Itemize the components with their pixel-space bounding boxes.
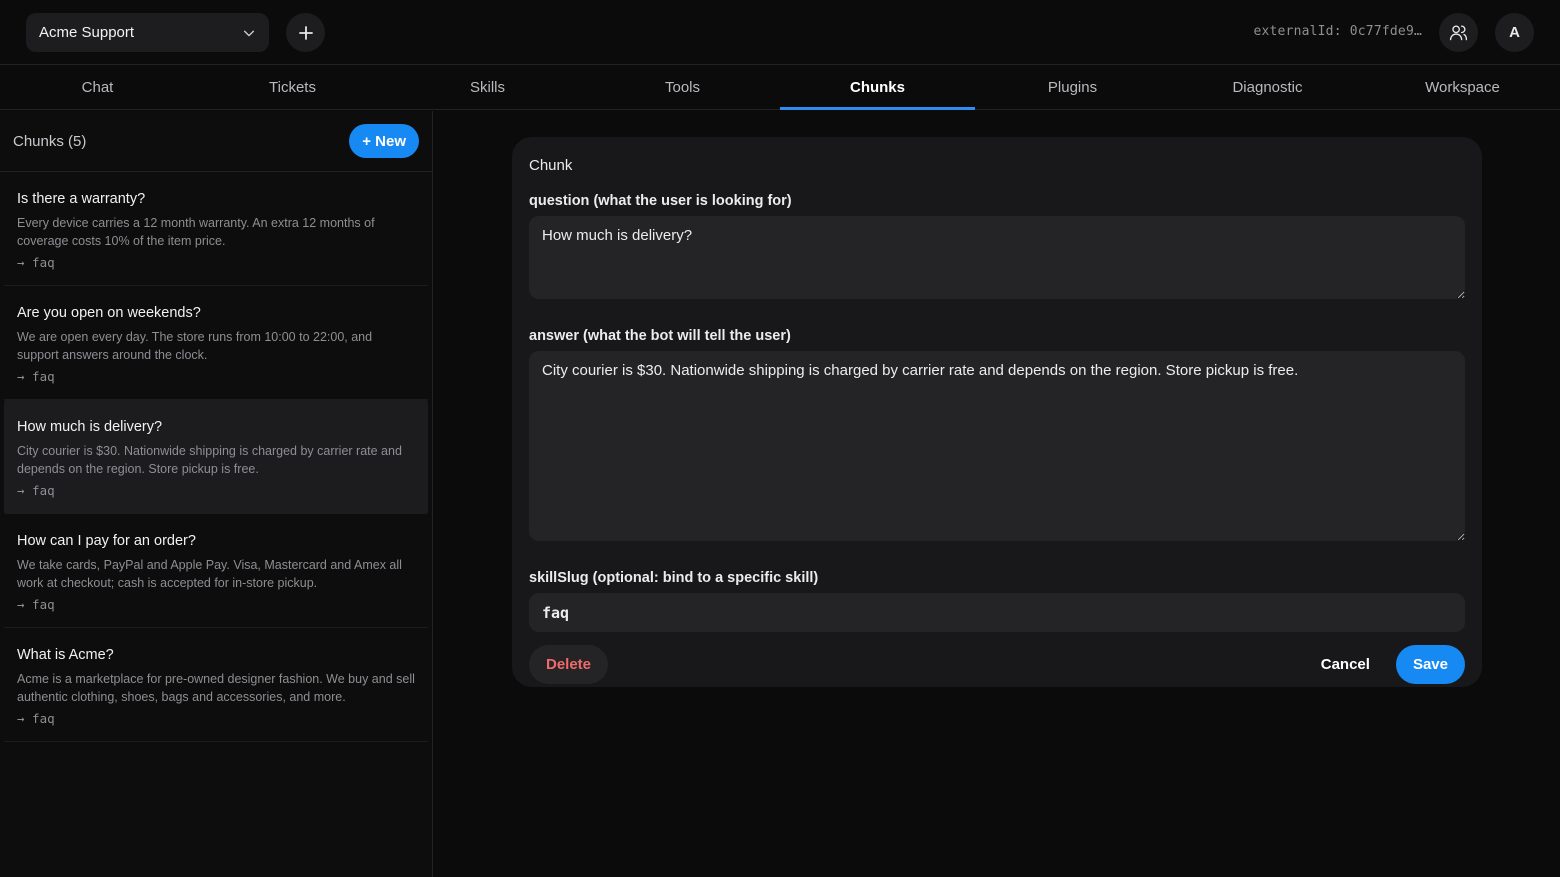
users-button[interactable]: [1439, 13, 1478, 52]
tab-workspace[interactable]: Workspace: [1365, 66, 1560, 109]
tab-skills[interactable]: Skills: [390, 66, 585, 109]
tab-tickets[interactable]: Tickets: [195, 66, 390, 109]
chunk-answer-preview: City courier is $30. Nationwide shipping…: [17, 444, 402, 476]
chunk-skill: → faq: [17, 255, 55, 270]
tab-diagnostic[interactable]: Diagnostic: [1170, 66, 1365, 109]
skill-slug-label: skillSlug (optional: bind to a specific …: [529, 570, 819, 586]
chunk-list: Is there a warranty? Every device carrie…: [0, 172, 432, 742]
chunk-editor-card: Chunk question (what the user is looking…: [512, 137, 1482, 687]
chunk-question: What is Acme?: [17, 647, 114, 663]
editor-title: Chunk: [529, 157, 573, 174]
top-bar: Acme Support externalId: 0c77fde9… A: [0, 0, 1560, 65]
chunk-question: Are you open on weekends?: [17, 305, 201, 321]
tab-chunks[interactable]: Chunks: [780, 66, 975, 110]
chevron-down-icon: [243, 30, 255, 36]
add-workspace-button[interactable]: [286, 13, 325, 52]
chunk-skill: → faq: [17, 711, 55, 726]
chunk-question: How can I pay for an order?: [17, 533, 196, 549]
save-button[interactable]: Save: [1395, 645, 1465, 684]
users-icon: [1449, 25, 1468, 41]
new-chunk-button[interactable]: + New: [349, 124, 419, 158]
cancel-button[interactable]: Cancel: [1308, 645, 1383, 684]
tab-plugins[interactable]: Plugins: [975, 66, 1170, 109]
plus-icon: [298, 25, 313, 40]
workspace-name: Acme Support: [39, 24, 135, 41]
chunk-question: How much is delivery?: [17, 419, 163, 435]
tab-chat[interactable]: Chat: [0, 66, 195, 109]
chunk-skill: → faq: [17, 483, 55, 498]
tab-tools[interactable]: Tools: [585, 66, 780, 109]
workspace-selector[interactable]: Acme Support: [26, 13, 269, 52]
chunk-list-item-selected[interactable]: How much is delivery? City courier is $3…: [4, 400, 428, 514]
chunk-list-item[interactable]: What is Acme? Acme is a marketplace for …: [4, 628, 428, 742]
sidebar-header: Chunks (5) + New: [0, 111, 432, 172]
main-tabs: Chat Tickets Skills Tools Chunks Plugins…: [0, 66, 1560, 110]
chunks-count-title: Chunks (5): [13, 132, 87, 150]
chunk-skill: → faq: [17, 597, 55, 612]
chunk-answer-preview: Acme is a marketplace for pre-owned desi…: [17, 672, 415, 704]
external-id: externalId: 0c77fde9…: [1253, 24, 1422, 39]
chunk-list-item[interactable]: Are you open on weekends? We are open ev…: [4, 286, 428, 400]
skill-slug-input[interactable]: [529, 593, 1465, 632]
chunk-answer-preview: Every device carries a 12 month warranty…: [17, 216, 375, 248]
chunk-answer-preview: We are open every day. The store runs fr…: [17, 330, 373, 362]
delete-button[interactable]: Delete: [529, 645, 609, 684]
editor-actions: Delete Cancel Save: [529, 645, 1465, 684]
user-avatar[interactable]: A: [1495, 13, 1534, 52]
question-label: question (what the user is looking for): [529, 193, 792, 209]
chunk-list-item[interactable]: Is there a warranty? Every device carrie…: [4, 172, 428, 286]
chunk-question: Is there a warranty?: [17, 191, 146, 207]
chunk-list-item[interactable]: How can I pay for an order? We take card…: [4, 514, 428, 628]
answer-label: answer (what the bot will tell the user): [529, 328, 791, 344]
chunk-answer-preview: We take cards, PayPal and Apple Pay. Vis…: [17, 558, 402, 590]
answer-textarea[interactable]: City courier is $30. Nationwide shipping…: [529, 351, 1465, 541]
question-textarea[interactable]: How much is delivery?: [529, 216, 1465, 299]
chunks-sidebar: Chunks (5) + New Is there a warranty? Ev…: [0, 111, 433, 877]
chunk-skill: → faq: [17, 369, 55, 384]
